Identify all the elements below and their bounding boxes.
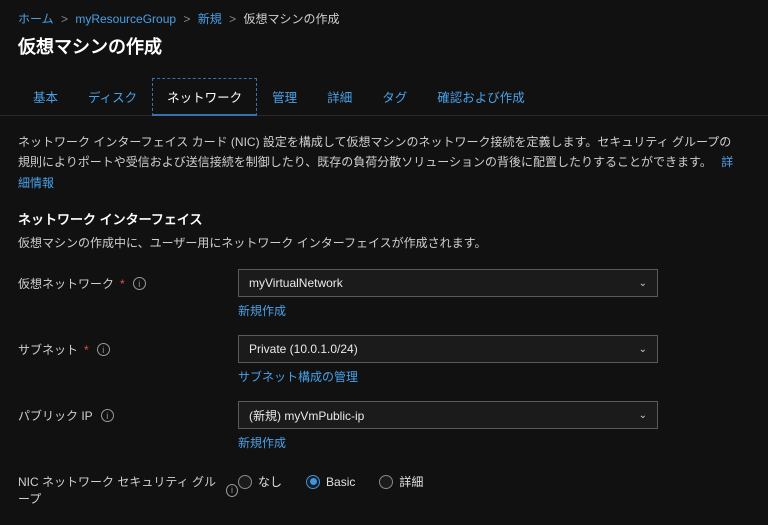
info-icon[interactable]: i xyxy=(226,484,238,497)
breadcrumb: ホーム > myResourceGroup > 新規 > 仮想マシンの作成 xyxy=(18,10,750,27)
tab-basics[interactable]: 基本 xyxy=(18,78,73,116)
vnet-label: 仮想ネットワーク xyxy=(18,275,114,292)
nsg-radio-advanced[interactable]: 詳細 xyxy=(379,473,423,490)
breadcrumb-sep: > xyxy=(61,12,68,26)
publicip-create-new-link[interactable]: 新規作成 xyxy=(238,434,286,451)
info-icon[interactable]: i xyxy=(97,343,110,356)
breadcrumb-item: 仮想マシンの作成 xyxy=(243,12,339,26)
section-title: ネットワーク インターフェイス xyxy=(18,209,750,228)
breadcrumb-sep: > xyxy=(183,12,190,26)
required-indicator: * xyxy=(84,343,89,357)
section-subtitle: 仮想マシンの作成中に、ユーザー用にネットワーク インターフェイスが作成されます。 xyxy=(18,234,750,251)
subnet-manage-link[interactable]: サブネット構成の管理 xyxy=(238,368,358,385)
chevron-down-icon: ⌄ xyxy=(639,410,647,421)
page-title: 仮想マシンの作成 xyxy=(18,33,750,59)
nsg-radio-none[interactable]: なし xyxy=(238,473,282,490)
breadcrumb-item[interactable]: myResourceGroup xyxy=(75,12,176,26)
vnet-select[interactable]: myVirtualNetwork ⌄ xyxy=(238,269,658,297)
subnet-select[interactable]: Private (10.0.1.0/24) ⌄ xyxy=(238,335,658,363)
tab-management[interactable]: 管理 xyxy=(257,78,312,116)
tab-advanced[interactable]: 詳細 xyxy=(312,78,367,116)
subnet-label: サブネット xyxy=(18,341,78,358)
publicip-select[interactable]: (新規) myVmPublic-ip ⌄ xyxy=(238,401,658,429)
radio-icon xyxy=(306,475,320,489)
subnet-value: Private (10.0.1.0/24) xyxy=(249,342,358,356)
nsg-radio-group: なし Basic 詳細 xyxy=(238,467,658,490)
tab-disks[interactable]: ディスク xyxy=(73,78,152,116)
nsg-radio-basic[interactable]: Basic xyxy=(306,473,355,490)
tab-description: ネットワーク インターフェイス カード (NIC) 設定を構成して仮想マシンのネ… xyxy=(18,132,738,193)
tab-networking[interactable]: ネットワーク xyxy=(152,78,257,116)
chevron-down-icon: ⌄ xyxy=(639,344,647,355)
info-icon[interactable]: i xyxy=(101,409,114,422)
info-icon[interactable]: i xyxy=(133,277,146,290)
publicip-label: パブリック IP xyxy=(18,407,93,424)
breadcrumb-item[interactable]: ホーム xyxy=(18,12,54,26)
publicip-value: (新規) myVmPublic-ip xyxy=(249,407,364,424)
tab-review[interactable]: 確認および作成 xyxy=(422,78,540,116)
chevron-down-icon: ⌄ xyxy=(639,278,647,289)
required-indicator: * xyxy=(120,277,125,291)
tab-tags[interactable]: タグ xyxy=(367,78,422,116)
vnet-create-new-link[interactable]: 新規作成 xyxy=(238,302,286,319)
radio-icon xyxy=(379,475,393,489)
tabs: 基本 ディスク ネットワーク 管理 詳細 タグ 確認および作成 xyxy=(0,77,768,116)
breadcrumb-item[interactable]: 新規 xyxy=(198,12,222,26)
vnet-value: myVirtualNetwork xyxy=(249,276,343,290)
radio-icon xyxy=(238,475,252,489)
nsg-label: NIC ネットワーク セキュリティ グループ xyxy=(18,473,218,507)
breadcrumb-sep: > xyxy=(229,12,236,26)
